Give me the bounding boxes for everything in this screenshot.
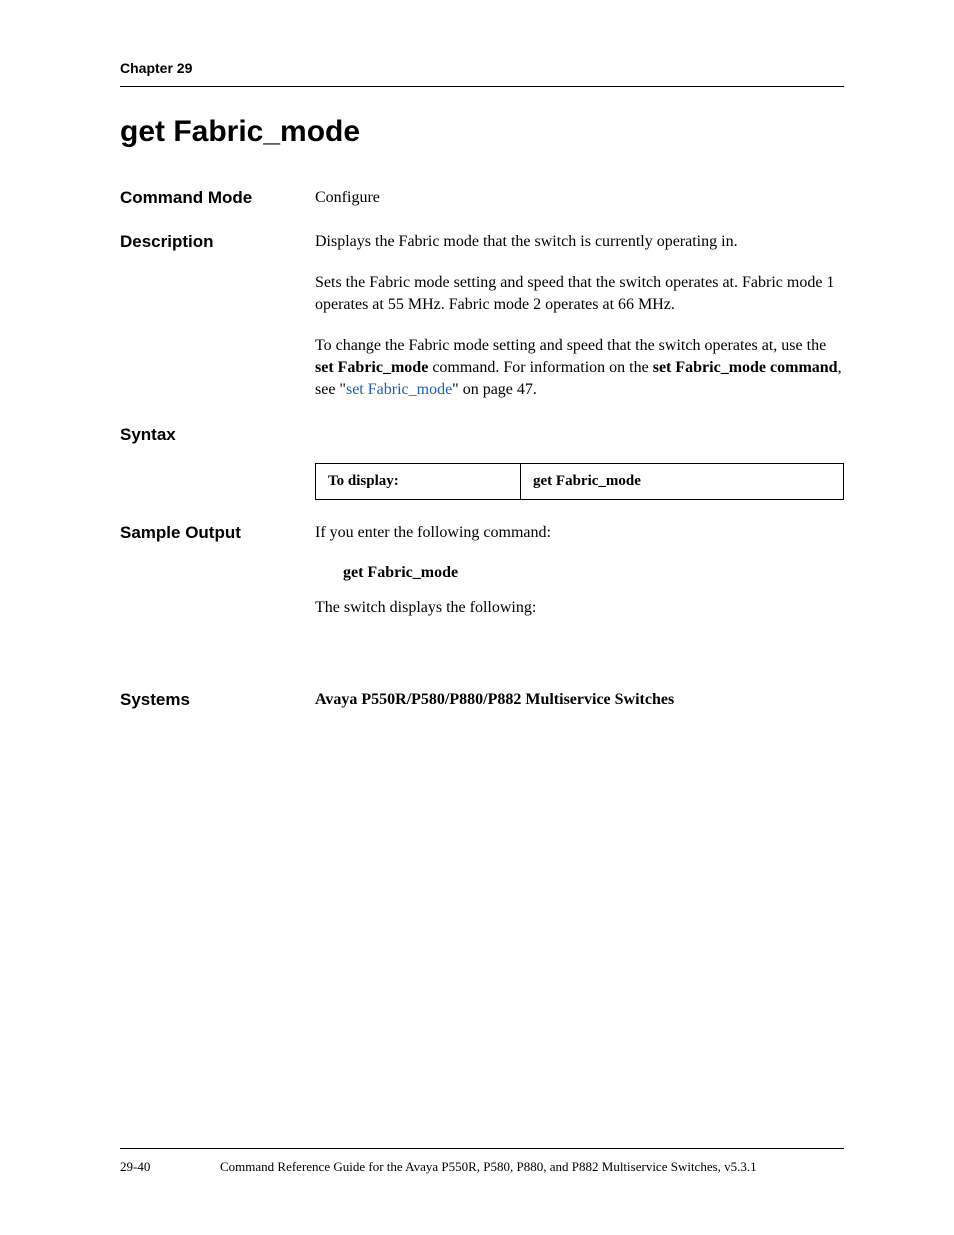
page-footer: 29-40 Command Reference Guide for the Av… [120,1148,844,1175]
section-command-mode: Command Mode Configure [120,187,844,209]
section-syntax-table-row: To display: get Fabric_mode [120,457,844,500]
section-description: Description Displays the Fabric mode tha… [120,231,844,401]
syntax-table-wrap: To display: get Fabric_mode [315,457,844,500]
desc-p3-suffix: " on page 47. [452,381,537,398]
chapter-header: Chapter 29 [120,60,844,87]
section-syntax: Syntax [120,424,844,445]
desc-p3-prefix: To change the Fabric mode setting and sp… [315,337,826,354]
footer-page-number: 29-40 [120,1159,210,1175]
syntax-cell-right: get Fabric_mode [521,463,844,499]
sample-p1: If you enter the following command: [315,522,844,544]
syntax-spacer-label [120,457,315,458]
syntax-table: To display: get Fabric_mode [315,463,844,500]
label-sample-output: Sample Output [120,522,315,543]
sample-p2: The switch displays the following: [315,597,844,619]
label-systems: Systems [120,689,315,710]
section-systems: Systems Avaya P550R/P580/P880/P882 Multi… [120,689,844,711]
command-mode-value: Configure [315,189,380,206]
systems-value: Avaya P550R/P580/P880/P882 Multiservice … [315,691,674,708]
label-command-mode: Command Mode [120,187,315,208]
body-command-mode: Configure [315,187,844,209]
body-systems: Avaya P550R/P580/P880/P882 Multiservice … [315,689,844,711]
syntax-cell-left: To display: [316,463,521,499]
desc-p3-bold2: set Fabric_mode command [653,359,838,376]
syntax-row: To display: get Fabric_mode [316,463,844,499]
body-description: Displays the Fabric mode that the switch… [315,231,844,401]
desc-p3-mid1: command. For information on the [428,359,652,376]
description-p1: Displays the Fabric mode that the switch… [315,231,844,253]
label-syntax: Syntax [120,424,315,445]
body-syntax [315,424,844,432]
description-p2: Sets the Fabric mode setting and speed t… [315,272,844,317]
command-title: get Fabric_mode [120,115,844,149]
page-container: Chapter 29 get Fabric_mode Command Mode … [0,0,954,1235]
section-sample-output: Sample Output If you enter the following… [120,522,844,619]
desc-p3-bold1: set Fabric_mode [315,359,428,376]
description-p3: To change the Fabric mode setting and sp… [315,335,844,402]
desc-p3-link[interactable]: set Fabric_mode [346,381,452,398]
label-description: Description [120,231,315,252]
body-sample-output: If you enter the following command: get … [315,522,844,619]
footer-doc-title: Command Reference Guide for the Avaya P5… [210,1159,844,1175]
sample-command: get Fabric_mode [315,562,844,584]
